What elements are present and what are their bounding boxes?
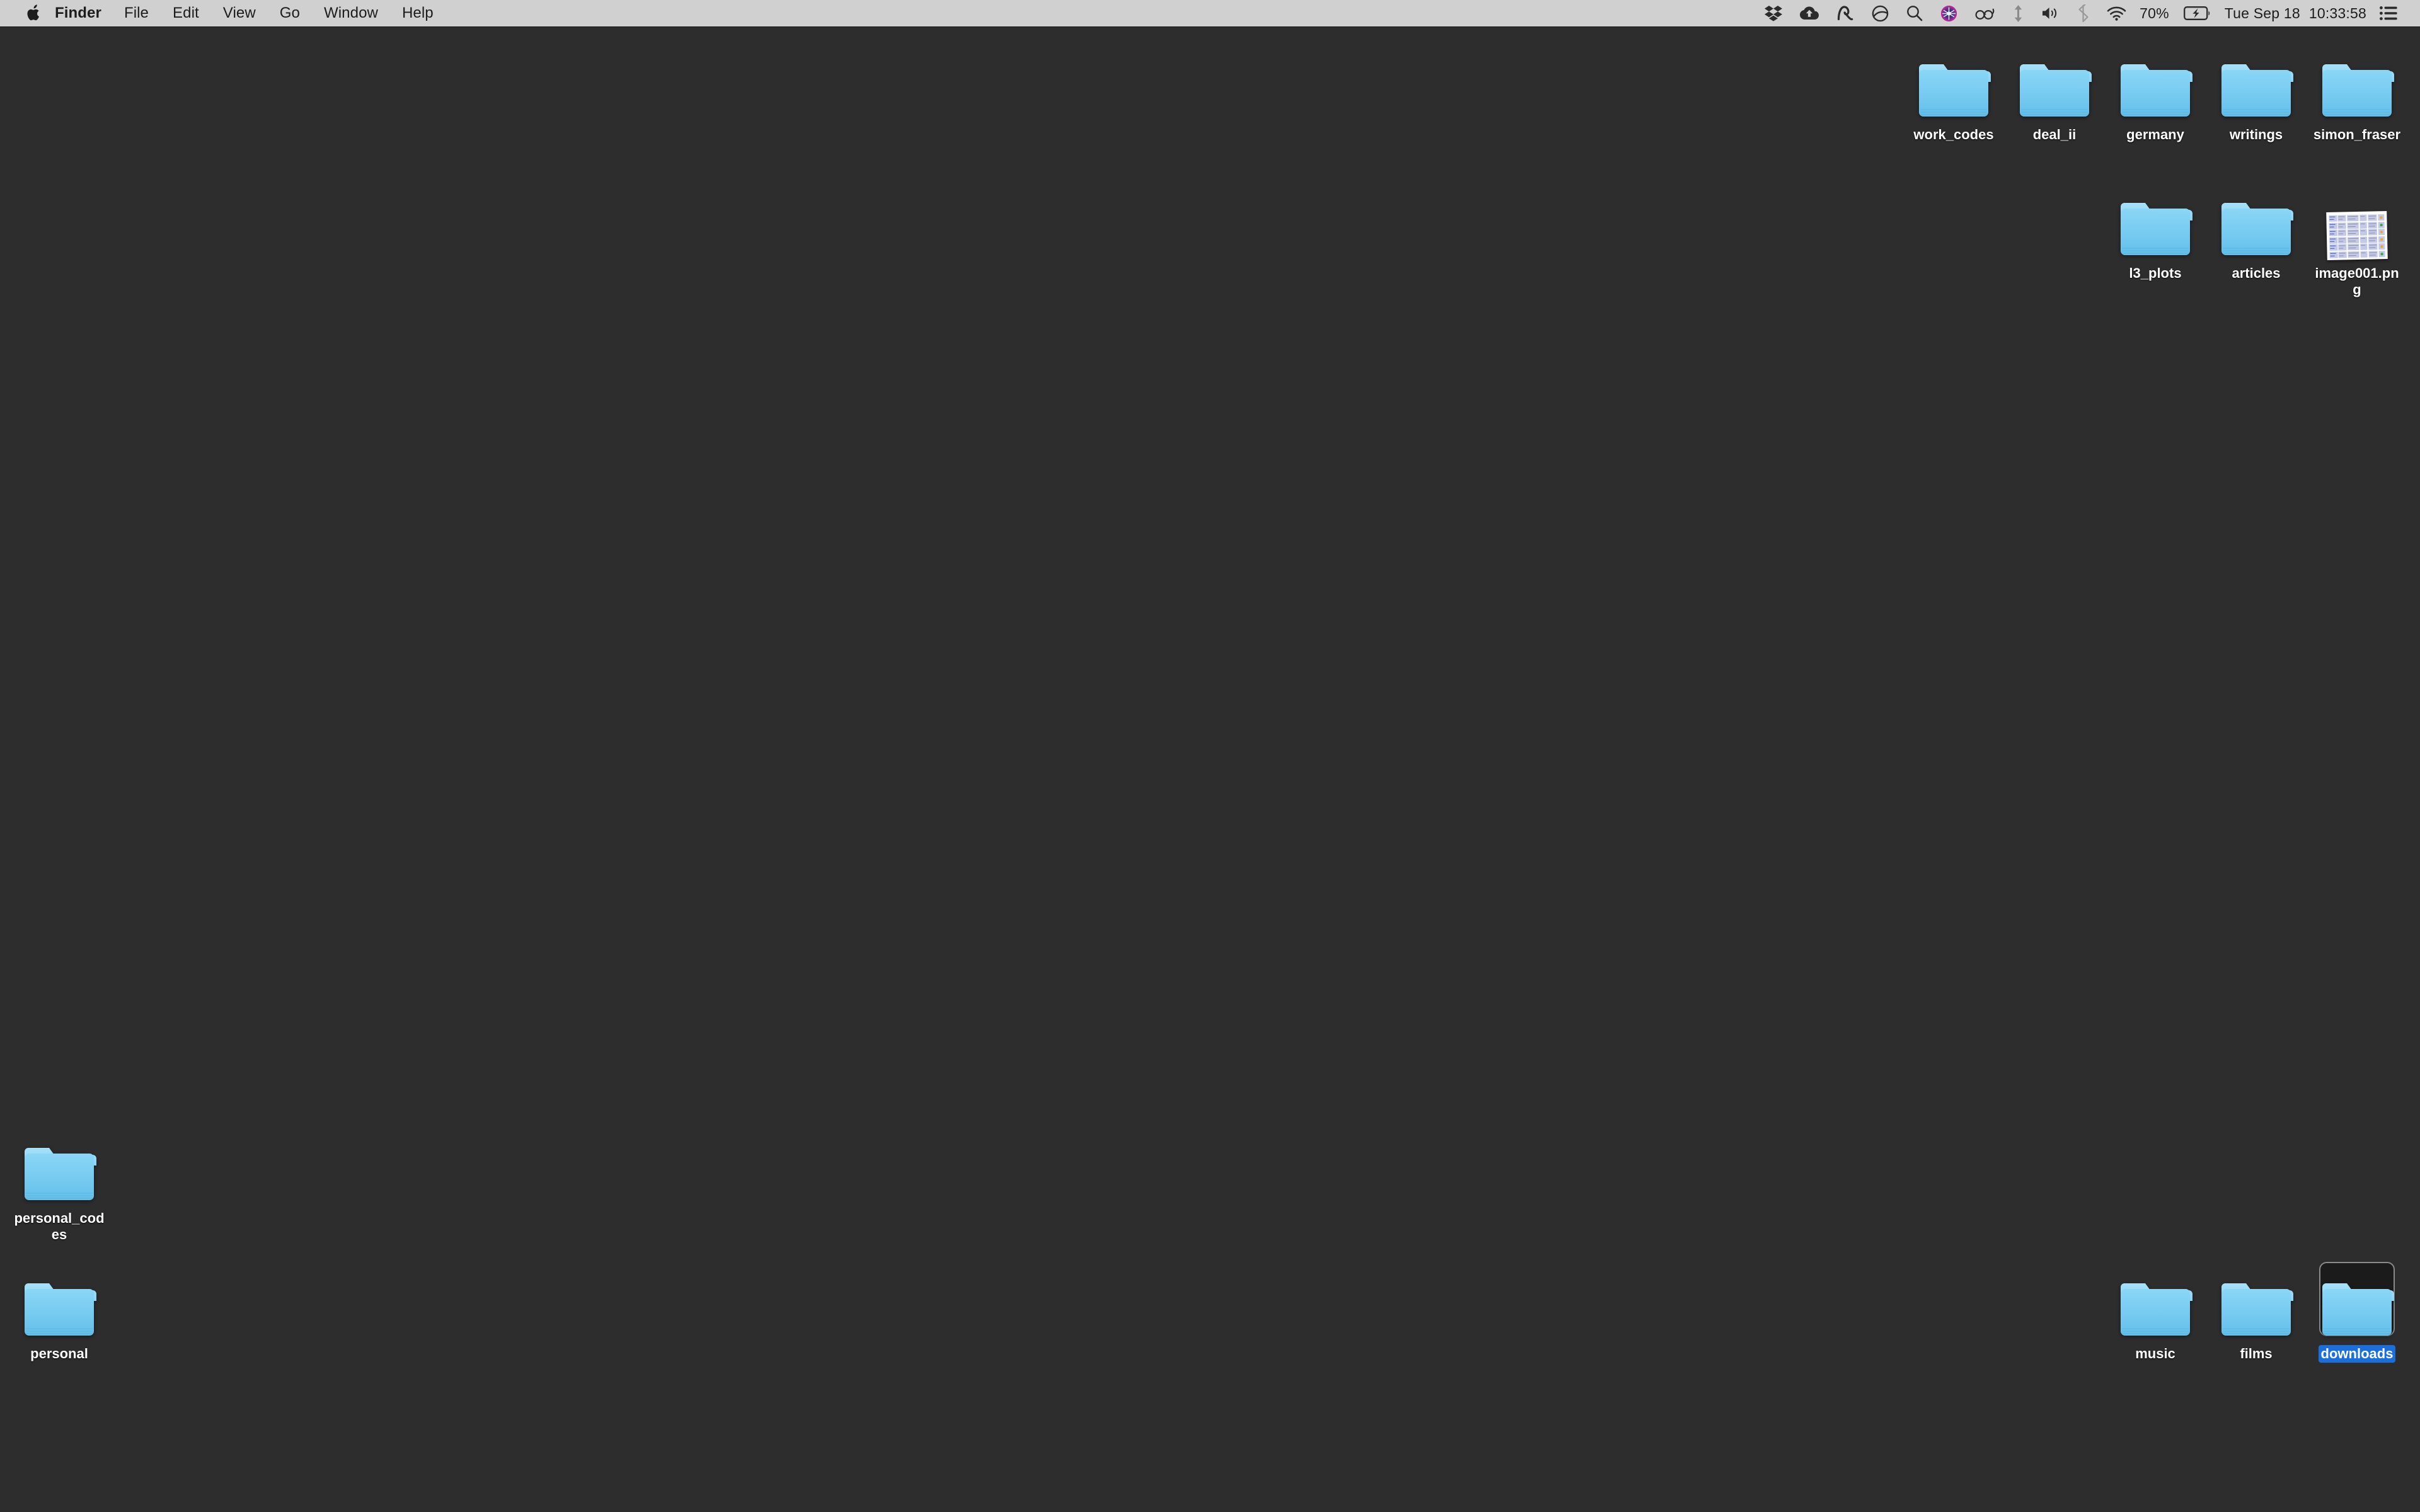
desktop-icon-label[interactable]: films	[2237, 1345, 2274, 1363]
desktop-icon-personal-codes[interactable]: personal_codes	[9, 1123, 110, 1244]
desktop-icon-label[interactable]: writings	[2227, 126, 2285, 144]
doc-thumb-row	[2329, 236, 2385, 244]
folder-icon[interactable]	[2105, 178, 2206, 260]
desktop-surface[interactable]: work_codes deal_ii germany writings simo…	[0, 26, 2420, 1512]
avira-umbrella-icon[interactable]	[1828, 0, 1863, 26]
cloud-upload-icon[interactable]	[1791, 0, 1828, 26]
doc-thumb-row	[2329, 214, 2385, 222]
file-icon[interactable]	[2307, 178, 2407, 260]
desktop-icon-label[interactable]: work_codes	[1911, 126, 1996, 144]
apple-menu-icon[interactable]	[23, 0, 44, 26]
desktop-icon-label[interactable]: simon_fraser	[2311, 126, 2403, 144]
glasses-icon[interactable]	[1966, 0, 2004, 26]
folder-icon[interactable]	[2105, 39, 2206, 121]
folder-icon[interactable]	[2004, 39, 2105, 121]
doc-thumb-row	[2329, 221, 2385, 229]
document-thumbnail	[2326, 211, 2388, 260]
desktop-icon-work-codes[interactable]: work_codes	[1903, 39, 2004, 144]
desktop-icon-label[interactable]: music	[2133, 1345, 2178, 1363]
volume-icon[interactable]	[2032, 0, 2068, 26]
doc-thumb-row	[2329, 243, 2385, 251]
desktop-icon-image001-png[interactable]: image001.png	[2307, 178, 2407, 299]
desktop-icon-l3-plots[interactable]: l3_plots	[2105, 178, 2206, 282]
desktop-icon-personal[interactable]: personal	[9, 1258, 110, 1363]
menu-bar: Finder File Edit View Go Window Help 70%…	[0, 0, 2420, 26]
desktop-icon-label[interactable]: deal_ii	[2031, 126, 2078, 144]
desktop-icon-label[interactable]: articles	[2229, 265, 2283, 282]
battery-charging-icon[interactable]	[2175, 0, 2220, 26]
desktop-icon-deal-ii[interactable]: deal_ii	[2004, 39, 2105, 144]
control-center-icon[interactable]	[2371, 0, 2406, 26]
bluetooth-icon[interactable]	[2068, 0, 2098, 26]
desktop-icon-simon-fraser[interactable]: simon_fraser	[2307, 39, 2407, 144]
menu-item-go[interactable]: Go	[268, 0, 312, 26]
menu-bar-left-group: Finder File Edit View Go Window Help	[0, 0, 446, 26]
desktop-icon-label[interactable]: image001.png	[2309, 265, 2405, 299]
menubar-date[interactable]: Tue Sep 18	[2220, 0, 2305, 26]
menu-item-edit[interactable]: Edit	[161, 0, 211, 26]
desktop-icon-label[interactable]: germany	[2124, 126, 2187, 144]
spotlight-search-icon[interactable]	[1898, 0, 1932, 26]
menu-item-help[interactable]: Help	[390, 0, 446, 26]
folder-icon[interactable]	[2307, 39, 2407, 121]
folder-icon[interactable]	[2206, 1258, 2307, 1340]
desktop-icon-writings[interactable]: writings	[2206, 39, 2307, 144]
folder-icon[interactable]	[1903, 39, 2004, 121]
desktop-icon-articles[interactable]: articles	[2206, 178, 2307, 282]
battery-percent-label: 70%	[2140, 4, 2169, 21]
desktop-icon-label[interactable]: l3_plots	[2126, 265, 2184, 282]
desktop-icon-label[interactable]: personal	[28, 1345, 91, 1363]
desktop-icon-music[interactable]: music	[2105, 1258, 2206, 1363]
folder-icon[interactable]	[2307, 1258, 2407, 1340]
desktop-icon-films[interactable]: films	[2206, 1258, 2307, 1363]
doc-thumb-row	[2329, 250, 2385, 258]
menubar-clock[interactable]: 10:33:58	[2305, 0, 2371, 26]
desktop-icon-downloads[interactable]: downloads	[2307, 1258, 2407, 1363]
desktop-icon-label[interactable]: downloads	[2318, 1345, 2396, 1363]
folder-icon[interactable]	[2206, 39, 2307, 121]
desktop-icon-label[interactable]: personal_codes	[11, 1210, 107, 1244]
menu-bar-status-group: 70% Tue Sep 18 10:33:58	[1756, 0, 2420, 26]
folder-icon[interactable]	[9, 1123, 110, 1205]
dropbox-icon[interactable]	[1756, 0, 1791, 26]
vertical-arrows-icon[interactable]	[2004, 0, 2032, 26]
doc-thumb-row	[2329, 229, 2385, 236]
menu-item-file[interactable]: File	[112, 0, 161, 26]
folder-icon[interactable]	[2206, 178, 2307, 260]
folder-icon[interactable]	[9, 1258, 110, 1340]
menu-item-window[interactable]: Window	[312, 0, 390, 26]
folder-icon[interactable]	[2105, 1258, 2206, 1340]
siri-icon[interactable]	[1932, 0, 1966, 26]
wifi-icon[interactable]	[2098, 0, 2135, 26]
desktop-icon-germany[interactable]: germany	[2105, 39, 2206, 144]
menu-item-finder[interactable]: Finder	[44, 0, 112, 26]
circle-slash-icon[interactable]	[1863, 0, 1898, 26]
menu-item-view[interactable]: View	[211, 0, 268, 26]
